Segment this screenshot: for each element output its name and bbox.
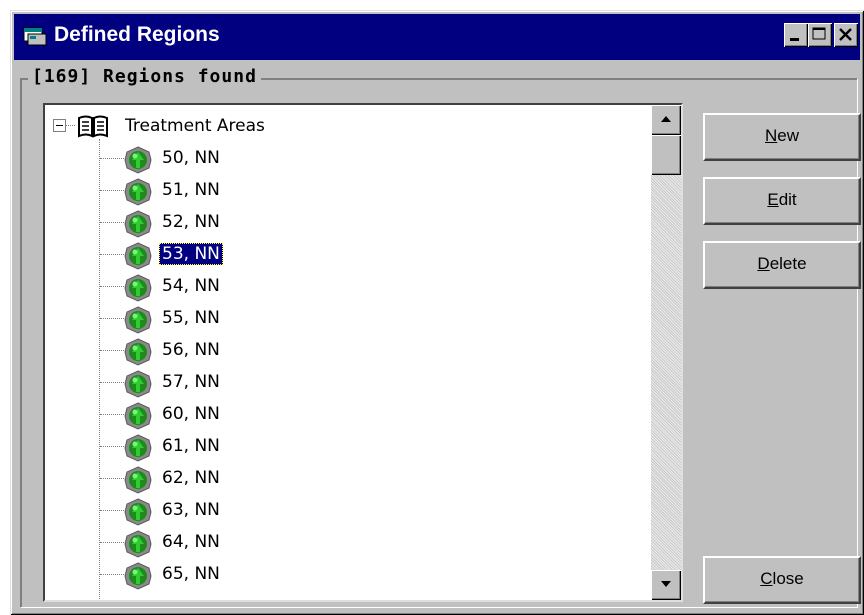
arrow-down-icon [661,581,671,587]
scroll-up-button[interactable] [651,105,681,135]
tree-item[interactable]: 55, NN [45,303,645,335]
tree-item[interactable]: 53, NN [45,239,645,271]
region-icon [124,498,152,526]
new-button-mnemonic: N [764,126,778,145]
tree-item-label: 65, NN [162,564,220,584]
tree-item[interactable]: 50, NN [45,143,645,175]
tree-item-label: 62, NN [162,468,220,488]
region-icon [124,466,152,494]
tree-item[interactable]: 62, NN [45,463,645,495]
new-button-label: ew [777,126,799,145]
title-bar[interactable]: Defined Regions [14,14,860,60]
tree-item[interactable]: 56, NN [45,335,645,367]
tree-root-treatment-areas[interactable]: Treatment Areas [45,113,645,139]
window-title: Defined Regions [54,23,220,46]
edit-button-label: dit [778,190,797,209]
scroll-down-button[interactable] [651,570,681,600]
region-icon [124,306,152,334]
close-button[interactable]: Close [703,556,861,604]
delete-button[interactable]: Delete [703,241,861,289]
tree-item-label: 57, NN [162,372,220,392]
tree-item[interactable]: 51, NN [45,175,645,207]
close-icon [839,28,852,41]
tree-item-label: 61, NN [162,436,220,456]
tree-item[interactable]: 61, NN [45,431,645,463]
tree-item-label: 56, NN [162,340,220,360]
regions-count-label: [169] Regions found [28,66,261,87]
minimize-button[interactable] [784,23,808,47]
tree-item-label: 50, NN [162,148,220,168]
tree-item[interactable]: 63, NN [45,495,645,527]
minimize-icon [790,38,799,41]
region-icon [124,370,152,398]
region-icon [124,402,152,430]
region-icon [124,274,152,302]
tree-item[interactable]: 65, NN [45,559,645,591]
tree-item[interactable]: 54, NN [45,271,645,303]
tree-item[interactable]: 52, NN [45,207,645,239]
tree-root-label: Treatment Areas [125,116,265,136]
collapse-toggle-icon[interactable] [53,119,66,132]
app-icon [23,27,47,46]
arrow-up-icon [661,116,671,122]
tree-item-label: 55, NN [162,308,220,328]
close-window-button[interactable] [834,23,858,47]
region-icon [124,434,152,462]
delete-button-label: elete [769,254,807,273]
delete-button-mnemonic: D [757,254,770,273]
tree-item-label: 52, NN [162,212,220,232]
region-icon [124,562,152,590]
region-icon [124,178,152,206]
book-icon [78,115,108,138]
region-icon [124,146,152,174]
tree-connector [66,125,75,126]
tree-item[interactable]: 60, NN [45,399,645,431]
tree-item-label: 53, NN [159,243,223,265]
maximize-button[interactable] [808,23,832,47]
close-button-label: lose [772,569,804,588]
region-icon [124,210,152,238]
region-icon [124,530,152,558]
tree-item[interactable]: 64, NN [45,527,645,559]
tree-item-label: 60, NN [162,404,220,424]
scroll-thumb[interactable] [651,135,681,175]
region-icon [124,242,152,270]
regions-tree[interactable]: Treatment Areas 50, NN 51, NN 52, NN 53, NN… [43,103,683,602]
maximize-icon [812,27,826,40]
close-button-mnemonic: C [760,569,773,588]
tree-item-label: 64, NN [162,532,220,552]
tree-item[interactable]: 57, NN [45,367,645,399]
tree-item-label: 51, NN [162,180,220,200]
defined-regions-window: Defined Regions [169] Regions found Trea… [10,10,864,615]
vertical-scrollbar[interactable] [651,105,681,600]
tree-item-label: 54, NN [162,276,220,296]
edit-button[interactable]: Edit [703,177,861,225]
edit-button-mnemonic: E [767,190,779,209]
new-button[interactable]: New [703,113,861,161]
tree-item-label: 63, NN [162,500,220,520]
region-icon [124,338,152,366]
